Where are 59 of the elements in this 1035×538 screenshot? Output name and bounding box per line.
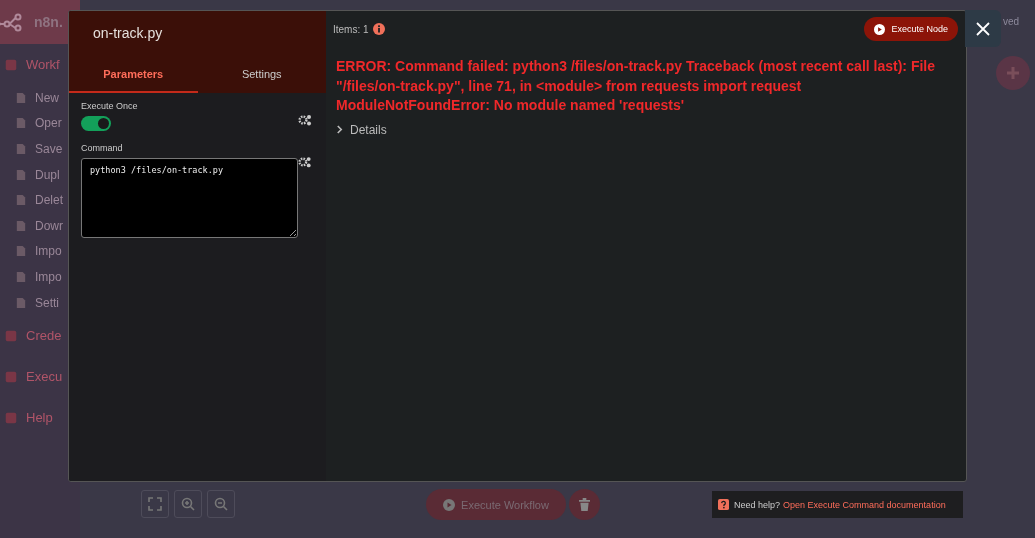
sidebar-item[interactable]: Help	[0, 397, 80, 439]
zoom-out-icon	[214, 497, 228, 511]
plus-icon	[1005, 65, 1021, 81]
tab[interactable]: Parameters	[69, 57, 198, 93]
logo-text: n8n.	[34, 14, 63, 30]
menu-item-icon	[16, 219, 26, 232]
help-text: Need help?	[734, 499, 781, 510]
execute-workflow-button[interactable]: Execute Workflow	[426, 489, 566, 520]
play-icon	[874, 23, 886, 35]
logo-icon	[0, 12, 24, 32]
sidebar-item[interactable]: Crede	[0, 315, 80, 357]
menu-item-icon	[16, 117, 26, 130]
execute-node-button[interactable]: Execute Node	[864, 17, 958, 41]
documentation-link[interactable]: Open Execute Command documentation	[783, 499, 946, 510]
sidebar-item[interactable]: Impo	[0, 264, 80, 290]
add-node-button[interactable]	[996, 56, 1030, 90]
play-icon	[443, 498, 456, 511]
items-count: Items: 1	[333, 23, 369, 35]
menu-item-icon	[16, 245, 26, 258]
sidebar-item[interactable]: Impo	[0, 238, 80, 265]
command-field[interactable]: python3 /files/on-track.py	[81, 158, 299, 238]
gears-icon[interactable]	[298, 114, 312, 126]
section-icon	[4, 328, 18, 343]
save-status: ved	[1003, 16, 1020, 27]
info-icon[interactable]	[372, 23, 385, 35]
sidebar-item[interactable]: Setti	[0, 289, 80, 316]
question-icon	[718, 499, 729, 510]
sidebar-item[interactable]: Dupl	[0, 161, 80, 188]
delete-button[interactable]	[569, 489, 600, 520]
menu-item-icon	[16, 143, 26, 155]
section-icon	[4, 410, 18, 425]
chevron-icon	[336, 125, 343, 134]
section-icon	[4, 369, 18, 384]
toggle-switch[interactable]	[81, 116, 111, 131]
menu-item-icon	[16, 194, 26, 207]
zoom-out-button[interactable]	[207, 490, 235, 518]
parameter-label: Execute Once	[81, 101, 139, 111]
sidebar-item[interactable]: Execu	[0, 356, 80, 398]
tab[interactable]: Settings	[197, 57, 326, 93]
sidebar-item[interactable]: Oper	[0, 110, 80, 137]
node-title: on-track.py	[92, 24, 164, 43]
menu-item-icon	[16, 91, 26, 104]
menu-item-icon	[16, 270, 26, 283]
sidebar-item[interactable]: Dowr	[0, 212, 80, 239]
section-icon	[4, 57, 18, 72]
zoom-in-icon	[181, 497, 195, 511]
error-message: ERROR: Command failed: python3 /files/on-track.py Traceback (most recent call last): File "/files/on-track.py", line 71, in <module> from requests import request ModuleNotFoundError: No module named 'requests'	[336, 57, 937, 115]
parameter-label: Command	[81, 143, 124, 153]
trash-icon	[579, 498, 590, 511]
details-toggle[interactable]: Details	[336, 122, 387, 137]
zoom-in-button[interactable]	[174, 490, 202, 518]
fullscreen-icon	[148, 497, 162, 511]
close-icon	[975, 20, 991, 37]
menu-item-icon	[16, 296, 26, 309]
menu-item-icon	[16, 168, 26, 181]
sidebar-item[interactable]: Delet	[0, 187, 80, 213]
sidebar-item[interactable]: Save	[0, 136, 80, 162]
close-button[interactable]	[965, 10, 1001, 47]
gears-icon[interactable]	[298, 156, 312, 168]
